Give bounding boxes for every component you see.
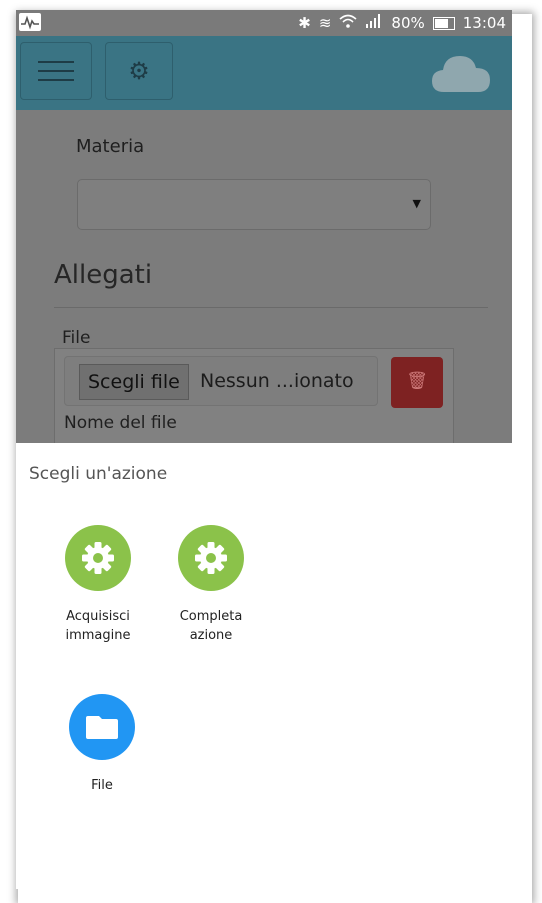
- file-input[interactable]: Scegli file Nessun ...ionato: [64, 356, 378, 406]
- folder-icon: [86, 716, 118, 739]
- status-bar: ✱ ≋ 80% 13:04: [16, 10, 512, 36]
- file-row: Scegli file Nessun ...ionato 🗑 Nome del …: [54, 348, 454, 445]
- item-label-line1: Acquisisci: [66, 609, 130, 624]
- divider: [54, 307, 488, 308]
- battery-icon: [432, 16, 455, 30]
- chooser-title: Scegli un'azione: [29, 464, 168, 484]
- menu-button[interactable]: [20, 42, 92, 100]
- clock-time: 13:04: [462, 14, 506, 32]
- item-label-line2: immagine: [65, 628, 131, 643]
- wifi-icon: [339, 13, 357, 34]
- activity-icon: [19, 13, 41, 31]
- materia-select[interactable]: ▼: [77, 179, 431, 230]
- battery-percent: 80%: [391, 14, 425, 32]
- bluetooth-icon: ✱: [298, 14, 311, 32]
- nfc-icon: ≋: [318, 14, 332, 32]
- settings-button[interactable]: ⚙: [105, 42, 173, 100]
- choose-file-button[interactable]: Scegli file: [79, 364, 189, 400]
- trash-icon: 🗑: [406, 371, 428, 391]
- file-item[interactable]: File: [52, 694, 152, 795]
- gear-icon: [82, 542, 114, 574]
- gear-icon: [195, 542, 227, 574]
- materia-label: Materia: [76, 136, 145, 157]
- acquisisci-immagine-item[interactable]: Acquisisci immagine: [48, 525, 148, 645]
- delete-button[interactable]: 🗑: [391, 357, 443, 408]
- app-icon-circle: [69, 694, 135, 760]
- file-name-label: Nome del file: [64, 413, 177, 433]
- file-label: File: [62, 328, 91, 348]
- gear-icon: ⚙: [128, 57, 150, 85]
- app-icon-circle: [178, 525, 244, 591]
- cloud-icon[interactable]: [430, 50, 492, 98]
- item-label-line2: azione: [189, 628, 233, 643]
- signal-icon: [365, 13, 383, 33]
- form-content: Materia ▼ Allegati File Scegli file Ness…: [16, 110, 512, 445]
- allegati-heading: Allegati: [54, 260, 153, 290]
- app-background: ⚙ Materia ▼ Allegati File Scegli file Ne…: [16, 36, 512, 445]
- completa-azione-item[interactable]: Completa azione: [161, 525, 261, 645]
- no-file-text: Nessun ...ionato: [200, 370, 354, 392]
- item-label-line1: File: [91, 778, 113, 793]
- toolbar: ⚙: [16, 36, 512, 110]
- app-icon-circle: [65, 525, 131, 591]
- item-label-line1: Completa: [179, 609, 243, 624]
- action-chooser-sheet: Scegli un'azione Acquisisci immagine Com…: [16, 443, 512, 889]
- chevron-down-icon: ▼: [412, 197, 421, 210]
